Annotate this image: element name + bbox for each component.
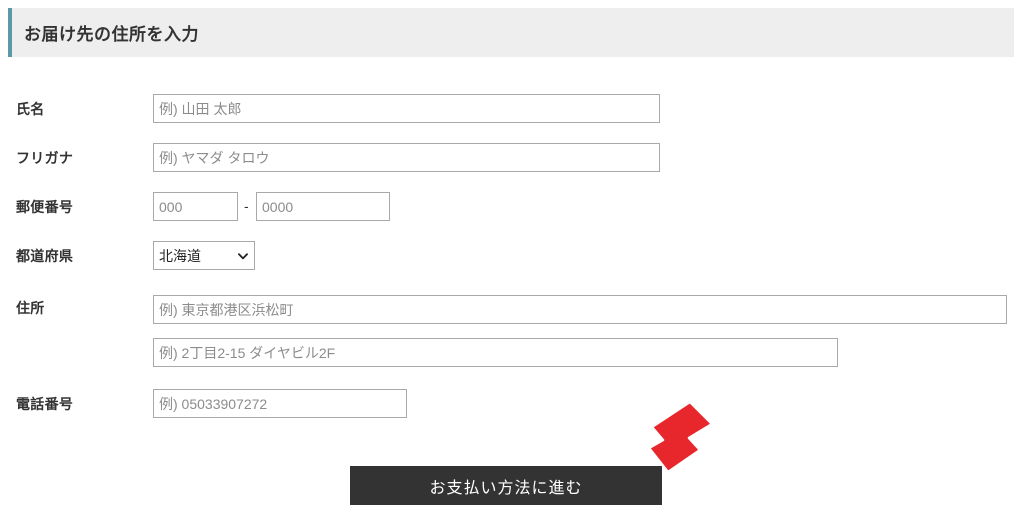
address-line2-input[interactable] — [153, 338, 838, 367]
postal-code-separator: - — [244, 198, 249, 214]
page-title: お届け先の住所を入力 — [24, 25, 199, 44]
label-furigana: フリガナ — [16, 150, 74, 166]
address-line1-input[interactable] — [153, 295, 1007, 324]
chevron-down-icon — [238, 252, 248, 259]
proceed-to-payment-button[interactable]: お支払い方法に進む — [350, 466, 662, 505]
label-prefecture: 都道府県 — [16, 248, 74, 264]
prefecture-select-box[interactable]: 北海道 — [153, 241, 255, 270]
furigana-input[interactable] — [153, 143, 660, 172]
prefecture-selected-value: 北海道 — [159, 247, 201, 264]
phone-input[interactable] — [153, 389, 407, 418]
prefecture-select[interactable]: 北海道 — [153, 241, 255, 270]
label-name: 氏名 — [16, 101, 45, 117]
label-address: 住所 — [16, 300, 45, 316]
label-phone: 電話番号 — [16, 396, 74, 412]
label-postal-code: 郵便番号 — [16, 199, 74, 215]
shipping-address-form: 氏名 フリガナ 郵便番号 - 都道府県 北海道 住所 電話番号 — [0, 57, 1024, 516]
postal-code-input-1[interactable] — [153, 192, 238, 221]
postal-code-input-2[interactable] — [256, 192, 390, 221]
section-header: お届け先の住所を入力 — [8, 8, 1014, 57]
name-input[interactable] — [153, 94, 660, 123]
